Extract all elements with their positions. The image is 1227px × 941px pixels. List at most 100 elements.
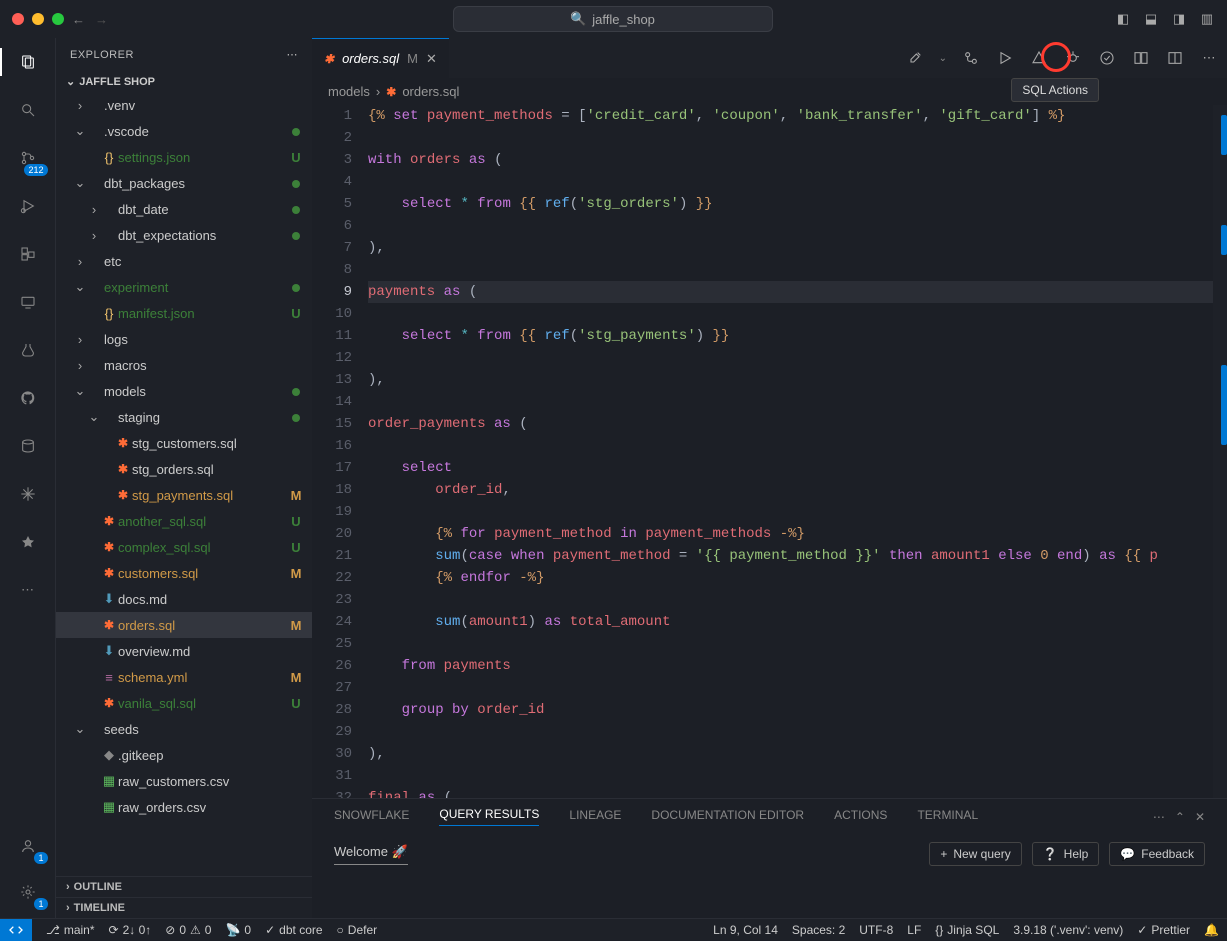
status-defer[interactable]: ○ Defer xyxy=(337,923,378,937)
python-env[interactable]: 3.9.18 ('.venv': venv) xyxy=(1013,923,1123,937)
activity-gitlens[interactable] xyxy=(14,528,42,556)
check-icon[interactable] xyxy=(1097,48,1117,68)
debug-icon[interactable] xyxy=(1063,48,1083,68)
git-sync[interactable]: ⟳ 2↓ 0↑ xyxy=(109,923,152,937)
status-problems[interactable]: ⊘ 0 ⚠ 0 xyxy=(165,923,211,937)
activity-more-icon[interactable]: ⋯ xyxy=(14,576,42,604)
panel-more-icon[interactable]: ⋯ xyxy=(1153,810,1165,824)
activity-source-control[interactable]: 212 xyxy=(14,144,42,172)
minimize-window[interactable] xyxy=(32,13,44,25)
status-dbt[interactable]: ✓ dbt core xyxy=(265,923,322,937)
activity-database[interactable] xyxy=(14,432,42,460)
build-icon[interactable] xyxy=(905,48,925,68)
tree-file[interactable]: ≡schema.ymlM xyxy=(56,664,312,690)
panel-tab[interactable]: QUERY RESULTS xyxy=(439,807,539,826)
eol[interactable]: LF xyxy=(907,923,921,937)
command-center[interactable]: 🔍 jaffle_shop xyxy=(453,6,773,32)
maximize-window[interactable] xyxy=(52,13,64,25)
tree-folder[interactable]: ⌄dbt_packages xyxy=(56,170,312,196)
panel-close-icon[interactable]: ✕ xyxy=(1195,810,1205,824)
activity-accounts[interactable]: 1 xyxy=(14,832,42,860)
tree-folder[interactable]: ⌄.vscode xyxy=(56,118,312,144)
new-query-button[interactable]: + New query xyxy=(929,842,1021,866)
tree-file[interactable]: ✱another_sql.sqlU xyxy=(56,508,312,534)
tree-file[interactable]: ▦raw_orders.csv xyxy=(56,794,312,820)
layout-right-icon[interactable]: ◨ xyxy=(1171,11,1187,27)
panel-tab[interactable]: TERMINAL xyxy=(917,808,978,826)
help-button[interactable]: ❔ Help xyxy=(1032,842,1100,866)
activity-extensions[interactable] xyxy=(14,240,42,268)
split-icon[interactable] xyxy=(1131,48,1151,68)
more-icon[interactable]: ⋯ xyxy=(1199,48,1219,68)
outline-panel[interactable]: ›OUTLINE xyxy=(56,876,312,897)
tree-file[interactable]: {}manifest.jsonU xyxy=(56,300,312,326)
activity-run-debug[interactable] xyxy=(14,192,42,220)
layout-icon[interactable] xyxy=(1165,48,1185,68)
remote-indicator[interactable] xyxy=(0,919,32,941)
layout-bottom-icon[interactable]: ⬓ xyxy=(1143,11,1159,27)
tree-file[interactable]: ✱orders.sqlM xyxy=(56,612,312,638)
workspace-root[interactable]: ⌄ JAFFLE SHOP xyxy=(56,71,312,92)
tab-close-icon[interactable]: ✕ xyxy=(426,51,437,67)
panel-chevron-up-icon[interactable]: ⌃ xyxy=(1175,810,1185,824)
tree-folder[interactable]: ›dbt_expectations xyxy=(56,222,312,248)
timeline-panel[interactable]: ›TIMELINE xyxy=(56,897,312,918)
compare-icon[interactable] xyxy=(961,48,981,68)
explorer-more-icon[interactable]: ⋯ xyxy=(287,48,299,61)
tree-file[interactable]: ⬇docs.md xyxy=(56,586,312,612)
tree-file[interactable]: ⬇overview.md xyxy=(56,638,312,664)
activity-search[interactable] xyxy=(14,96,42,124)
indentation[interactable]: Spaces: 2 xyxy=(792,923,845,937)
panel-tab[interactable]: LINEAGE xyxy=(569,808,621,826)
layout-custom-icon[interactable]: ▥ xyxy=(1199,11,1215,27)
breadcrumb-seg[interactable]: models xyxy=(328,84,370,99)
panel-tab[interactable]: SNOWFLAKE xyxy=(334,808,409,826)
layout-left-icon[interactable]: ◧ xyxy=(1115,11,1131,27)
tree-folder[interactable]: ›macros xyxy=(56,352,312,378)
activity-github[interactable] xyxy=(14,384,42,412)
tree-file[interactable]: ✱customers.sqlM xyxy=(56,560,312,586)
git-branch[interactable]: ⎇ main* xyxy=(46,923,95,937)
minimap[interactable] xyxy=(1213,105,1227,798)
activity-settings[interactable]: 1 xyxy=(14,878,42,906)
editor[interactable]: 1234567891011121314151617181920212223242… xyxy=(312,105,1227,798)
tab-orders-sql[interactable]: ✱ orders.sql M ✕ xyxy=(312,38,449,78)
nav-back-icon[interactable]: ← xyxy=(72,12,85,27)
encoding[interactable]: UTF-8 xyxy=(859,923,893,937)
tree-file[interactable]: {}settings.jsonU xyxy=(56,144,312,170)
breadcrumb-seg[interactable]: orders.sql xyxy=(402,84,459,99)
activity-remote[interactable] xyxy=(14,288,42,316)
tree-folder[interactable]: ›dbt_date xyxy=(56,196,312,222)
tree-file[interactable]: ▦raw_customers.csv xyxy=(56,768,312,794)
language-mode[interactable]: {} Jinja SQL xyxy=(935,923,999,937)
close-window[interactable] xyxy=(12,13,24,25)
panel-tab[interactable]: DOCUMENTATION EDITOR xyxy=(651,808,804,826)
tree-file[interactable]: ✱stg_customers.sql xyxy=(56,430,312,456)
tree-file[interactable]: ✱stg_orders.sql xyxy=(56,456,312,482)
panel-tab[interactable]: ACTIONS xyxy=(834,808,887,826)
notifications-icon[interactable]: 🔔 xyxy=(1204,923,1219,937)
activity-explorer[interactable] xyxy=(14,48,42,76)
sql-actions-icon[interactable] xyxy=(1029,48,1049,68)
panel-welcome-tab[interactable]: Welcome 🚀 xyxy=(334,844,408,865)
status-ports[interactable]: 📡 0 xyxy=(225,923,251,937)
cursor-position[interactable]: Ln 9, Col 14 xyxy=(713,923,778,937)
tree-folder[interactable]: ⌄models xyxy=(56,378,312,404)
tree-folder[interactable]: ⌄staging xyxy=(56,404,312,430)
tree-folder[interactable]: ›.venv xyxy=(56,92,312,118)
code-body[interactable]: {% set payment_methods = ['credit_card',… xyxy=(368,105,1227,798)
tree-folder[interactable]: ⌄experiment xyxy=(56,274,312,300)
activity-testing[interactable] xyxy=(14,336,42,364)
tree-file[interactable]: ✱stg_payments.sqlM xyxy=(56,482,312,508)
activity-snowflake[interactable] xyxy=(14,480,42,508)
chevron-down-icon[interactable]: ⌄ xyxy=(939,53,947,64)
tree-folder[interactable]: ⌄seeds xyxy=(56,716,312,742)
tree-folder[interactable]: ›logs xyxy=(56,326,312,352)
tree-file[interactable]: ✱vanila_sql.sqlU xyxy=(56,690,312,716)
tree-file[interactable]: ◆.gitkeep xyxy=(56,742,312,768)
nav-forward-icon[interactable]: → xyxy=(95,12,108,27)
feedback-button[interactable]: 💬 Feedback xyxy=(1109,842,1205,866)
tree-file[interactable]: ✱complex_sql.sqlU xyxy=(56,534,312,560)
prettier[interactable]: ✓ Prettier xyxy=(1137,923,1190,937)
tree-folder[interactable]: ›etc xyxy=(56,248,312,274)
